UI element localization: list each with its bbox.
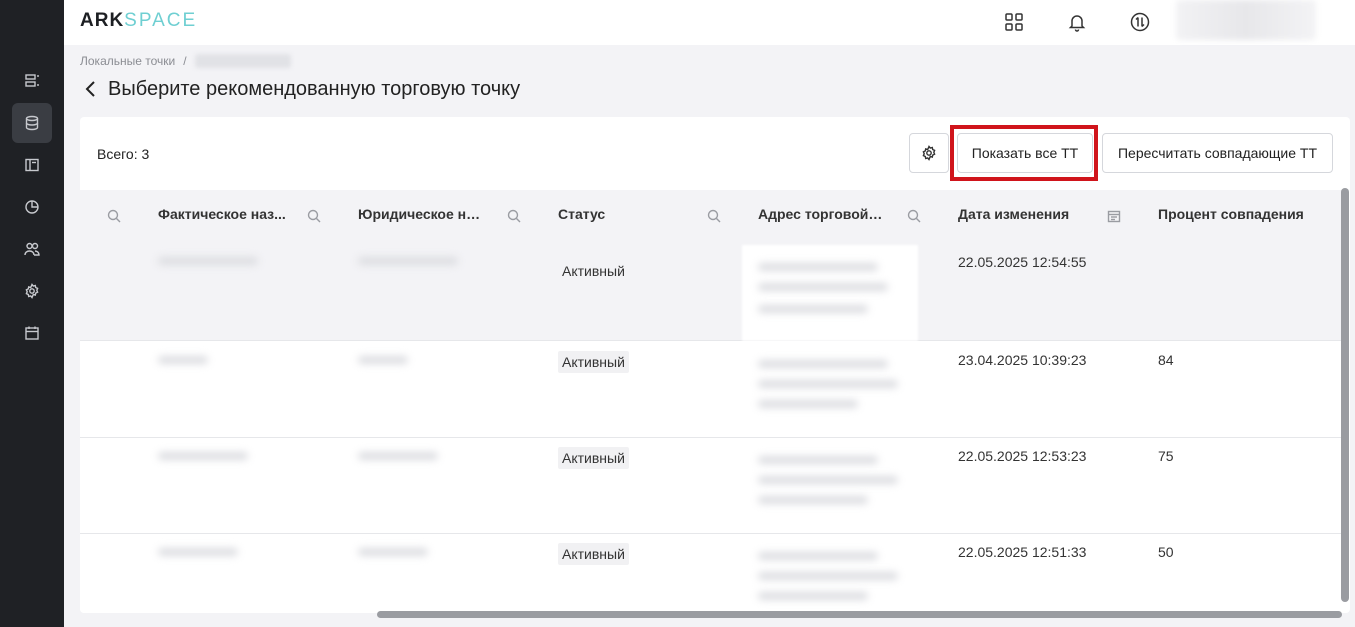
status-badge: Активный (558, 543, 629, 565)
sidebar-item-calendar[interactable] (12, 313, 52, 353)
row-percent: 50 (1158, 544, 1174, 560)
table-settings-button[interactable] (909, 133, 949, 173)
status-badge: Активный (562, 263, 625, 279)
table-row[interactable]: Активный 22.05.2025 12:51:33 50 (80, 534, 1342, 613)
gear-icon (25, 283, 39, 299)
chart-icon (25, 200, 39, 214)
redacted-address (758, 360, 888, 368)
search-icon[interactable] (707, 209, 721, 223)
calendar-icon (25, 326, 39, 340)
column-header-actual-name[interactable]: Фактическое наз... (158, 206, 288, 222)
row-date: 22.05.2025 12:54:55 (958, 254, 1087, 270)
column-header-legal-name[interactable]: Юридическое наз... (358, 206, 488, 222)
redacted-text (158, 257, 258, 265)
redacted-address (758, 456, 878, 464)
row-percent: 75 (1158, 448, 1174, 464)
breadcrumb-separator: / (183, 54, 187, 68)
column-header-date[interactable]: Дата изменения (958, 206, 1088, 222)
user-profile[interactable] (1176, 0, 1316, 40)
database-icon (25, 115, 39, 131)
redacted-text (358, 257, 458, 265)
redacted-text (358, 548, 428, 556)
breadcrumb: Локальные точки / (80, 54, 291, 68)
search-icon[interactable] (907, 209, 921, 223)
redacted-text (158, 356, 208, 364)
chevron-left-icon (85, 81, 95, 97)
column-header-address[interactable]: Адрес торговой т... (758, 206, 886, 222)
apps-button[interactable] (1001, 9, 1027, 35)
column-header-status[interactable]: Статус (558, 206, 688, 222)
sidebar-item-settings[interactable] (12, 271, 52, 311)
notifications-button[interactable] (1064, 9, 1090, 35)
redacted-text (358, 356, 408, 364)
users-icon (24, 242, 40, 256)
app-logo[interactable]: ARKSPACE (80, 10, 197, 32)
top-header: ARKSPACE (64, 0, 1355, 45)
sidebar-item-list[interactable] (12, 61, 52, 101)
table-row[interactable]: Активный 22.05.2025 12:54:55 (80, 245, 1342, 341)
recalculate-button[interactable]: Пересчитать совпадающие ТТ (1102, 133, 1333, 173)
back-button[interactable] (84, 79, 102, 99)
show-all-button[interactable]: Показать все ТТ (957, 133, 1093, 173)
redacted-text (158, 548, 238, 556)
sidebar-item-database[interactable] (12, 103, 52, 143)
sidebar-item-layout[interactable] (12, 145, 52, 185)
table-row[interactable]: Активный 22.05.2025 12:53:23 75 (80, 438, 1342, 534)
breadcrumb-item-local-points[interactable]: Локальные точки (80, 54, 175, 68)
redacted-address (758, 552, 878, 560)
sync-button[interactable] (1127, 9, 1153, 35)
redacted-text (358, 452, 438, 460)
table-row[interactable]: Активный 23.04.2025 10:39:23 84 (80, 342, 1342, 438)
row-date: 23.04.2025 10:39:23 (958, 352, 1087, 368)
status-badge: Активный (558, 351, 629, 373)
total-count: Всего: 3 (97, 146, 150, 162)
breadcrumb-item-current (194, 54, 291, 68)
search-icon[interactable] (107, 209, 121, 223)
apps-grid-icon (1005, 13, 1023, 31)
gear-icon (922, 145, 936, 161)
horizontal-scrollbar[interactable] (377, 611, 1342, 618)
redacted-address (742, 245, 918, 341)
row-date: 22.05.2025 12:53:23 (958, 448, 1087, 464)
sidebar-item-users[interactable] (12, 229, 52, 269)
table-header: Фактическое наз... Юридическое наз... Ст… (80, 190, 1342, 245)
page-title: Выберите рекомендованную торговую точку (108, 78, 521, 100)
vertical-scrollbar[interactable] (1341, 188, 1349, 602)
sidebar-item-chart[interactable] (12, 187, 52, 227)
search-icon[interactable] (507, 209, 521, 223)
status-badge: Активный (558, 447, 629, 469)
calendar-icon[interactable] (1107, 209, 1121, 223)
layout-icon (25, 158, 39, 172)
redacted-text (158, 452, 248, 460)
row-percent: 84 (1158, 352, 1174, 368)
row-date: 22.05.2025 12:51:33 (958, 544, 1087, 560)
bell-icon (1068, 15, 1086, 32)
results-card: Всего: 3 Показать все ТТ Пересчитать сов… (80, 117, 1350, 613)
column-header-match-percent[interactable]: Процент совпадения (1158, 206, 1328, 222)
list-icon (25, 74, 39, 87)
sync-icon (1130, 12, 1150, 32)
sidebar (0, 0, 64, 627)
search-icon[interactable] (307, 209, 321, 223)
